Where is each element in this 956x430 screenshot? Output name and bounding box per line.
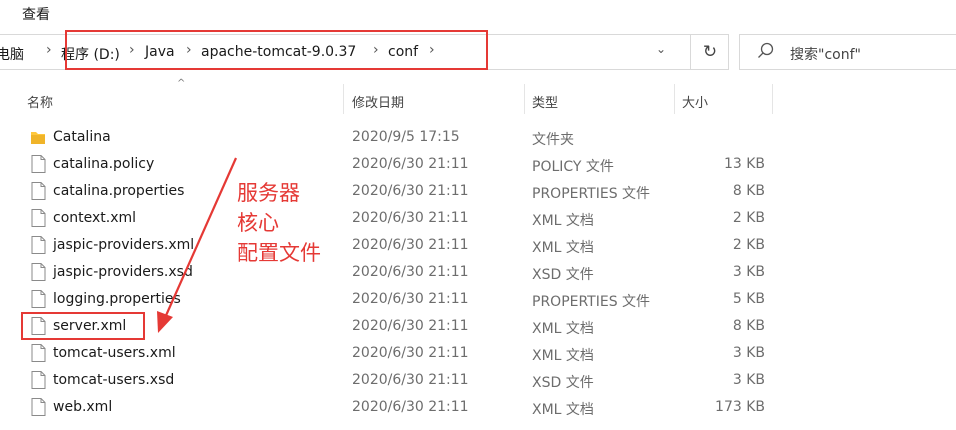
annotation-arrow — [157, 157, 238, 333]
